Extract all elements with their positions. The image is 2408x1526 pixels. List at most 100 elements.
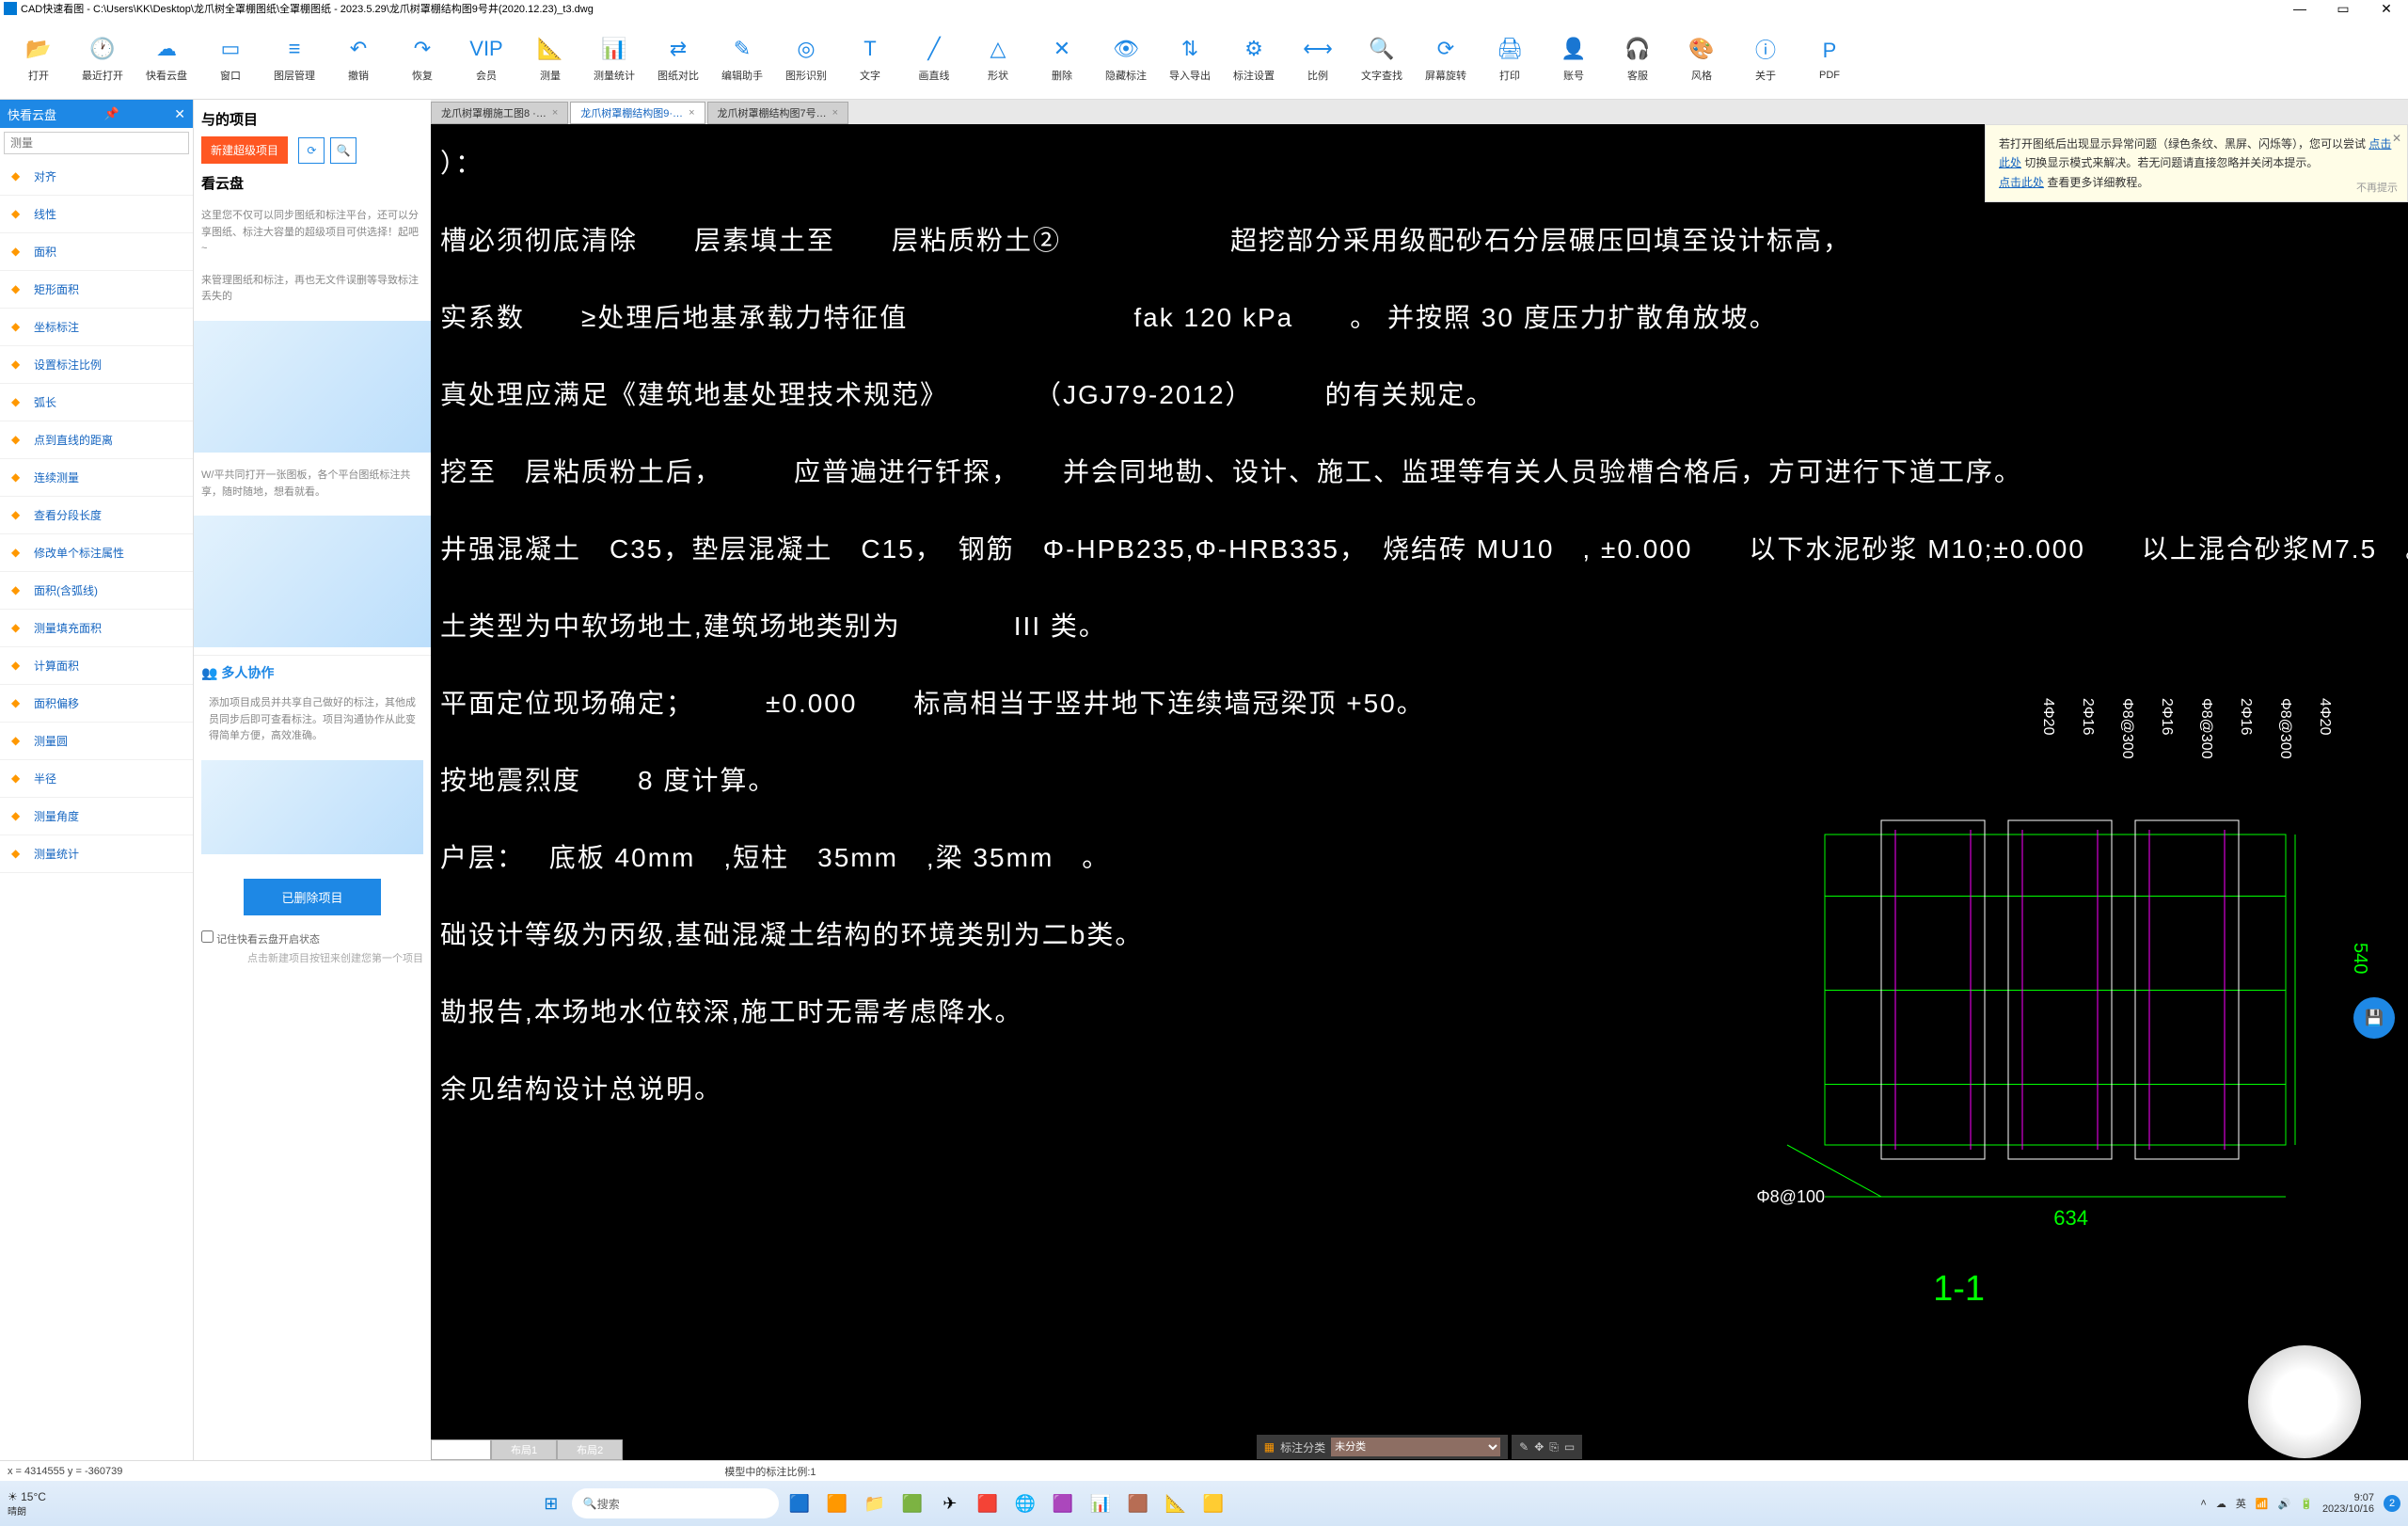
taskbar-app-11[interactable]: 📐 xyxy=(1159,1486,1193,1520)
taskbar-app-6[interactable]: 🟥 xyxy=(971,1486,1005,1520)
measure-item[interactable]: ◆查看分段长度 xyxy=(0,497,193,534)
toolbar-账号[interactable]: 👤账号 xyxy=(1543,23,1605,94)
toolbar-风格[interactable]: 🎨风格 xyxy=(1671,23,1733,94)
toolbar-屏幕旋转[interactable]: ⟳屏幕旋转 xyxy=(1415,23,1477,94)
toolbar-最近打开[interactable]: 🕐最近打开 xyxy=(71,23,134,94)
move-icon[interactable]: ✥ xyxy=(1534,1440,1544,1454)
toolbar-删除[interactable]: ✕删除 xyxy=(1031,23,1093,94)
taskbar-app-7[interactable]: 🌐 xyxy=(1008,1486,1042,1520)
layout-tab[interactable]: 布局2 xyxy=(557,1439,623,1460)
toolbar-文字[interactable]: T文字 xyxy=(839,23,901,94)
system-tray[interactable]: ˄ ☁ 英 📶 🔊 🔋 9:07 2023/10/16 2 xyxy=(2200,1492,2400,1515)
document-tab[interactable]: 龙爪树罩棚结构图9·…× xyxy=(570,102,705,124)
tray-battery-icon[interactable]: 🔋 xyxy=(2300,1498,2313,1510)
deleted-projects-button[interactable]: 已删除项目 xyxy=(244,879,380,915)
measure-item[interactable]: ◆连续测量 xyxy=(0,459,193,497)
taskbar-app-8[interactable]: 🟪 xyxy=(1046,1486,1080,1520)
toolbar-图纸对比[interactable]: ⇄图纸对比 xyxy=(647,23,709,94)
measure-item[interactable]: ◆计算面积 xyxy=(0,647,193,685)
maximize-button[interactable]: ▭ xyxy=(2321,1,2365,17)
search-icon[interactable]: 🔍 xyxy=(330,137,356,164)
cad-viewport[interactable]: 4Φ202Φ16Φ8@3002Φ16Φ8@3002Φ16Φ8@3004Φ20 5… xyxy=(431,124,2408,1460)
measure-item[interactable]: ◆测量填充面积 xyxy=(0,610,193,647)
toolbar-标注设置[interactable]: ⚙标注设置 xyxy=(1223,23,1285,94)
tray-volume-icon[interactable]: 🔊 xyxy=(2278,1498,2291,1510)
toolbar-导入导出[interactable]: ⇅导入导出 xyxy=(1159,23,1221,94)
tray-arrow-icon[interactable]: ˄ xyxy=(2200,1498,2206,1509)
taskbar-app-9[interactable]: 📊 xyxy=(1084,1486,1117,1520)
close-button[interactable]: ✕ xyxy=(2365,1,2408,17)
toolbar-图形识别[interactable]: ◎图形识别 xyxy=(775,23,837,94)
taskbar-app-4[interactable]: 🟩 xyxy=(895,1486,929,1520)
measure-item[interactable]: ◆弧长 xyxy=(0,384,193,421)
toolbar-画直线[interactable]: ╱画直线 xyxy=(903,23,965,94)
measure-item[interactable]: ◆点到直线的距离 xyxy=(0,421,193,459)
document-tab[interactable]: 龙爪树罩棚施工图8 ·…× xyxy=(431,102,568,124)
new-project-button[interactable]: 新建超级项目 xyxy=(201,136,288,164)
measure-item[interactable]: ◆修改单个标注属性 xyxy=(0,534,193,572)
panel-close-icon[interactable]: ✕ xyxy=(174,106,185,122)
panel-pin-icon[interactable]: 📌 xyxy=(104,106,119,121)
layout-tab[interactable]: 模型 xyxy=(431,1439,491,1460)
toolbar-窗口[interactable]: ▭窗口 xyxy=(199,23,261,94)
warning-link-2[interactable]: 点击此处 xyxy=(1999,176,2044,189)
annotation-filter-icon[interactable]: ▦ xyxy=(1264,1440,1275,1454)
usb-float-button[interactable]: 💾 xyxy=(2353,997,2395,1039)
annotation-category-select[interactable]: 未分类 xyxy=(1331,1438,1500,1456)
toolbar-图层管理[interactable]: ≡图层管理 xyxy=(263,23,325,94)
toolbar-测量[interactable]: 📐测量 xyxy=(519,23,581,94)
layers-icon[interactable]: ▭ xyxy=(1564,1440,1575,1454)
measure-item[interactable]: ◆面积 xyxy=(0,233,193,271)
tab-close-icon[interactable]: × xyxy=(689,107,694,119)
measure-item[interactable]: ◆设置标注比例 xyxy=(0,346,193,384)
edit-icon[interactable]: ✎ xyxy=(1519,1440,1529,1454)
toolbar-编辑助手[interactable]: ✎编辑助手 xyxy=(711,23,773,94)
measure-item[interactable]: ◆矩形面积 xyxy=(0,271,193,309)
measure-item[interactable]: ◆线性 xyxy=(0,196,193,233)
copy-icon[interactable]: ⎘ xyxy=(1549,1440,1559,1454)
tray-input-icon[interactable]: 英 xyxy=(2236,1496,2246,1511)
toolbar-会员[interactable]: VIP会员 xyxy=(455,23,517,94)
toolbar-快看云盘[interactable]: ☁快看云盘 xyxy=(135,23,198,94)
measure-item[interactable]: ◆对齐 xyxy=(0,158,193,196)
tray-cloud-icon[interactable]: ☁ xyxy=(2216,1498,2226,1510)
measure-item[interactable]: ◆测量圆 xyxy=(0,723,193,760)
toolbar-恢复[interactable]: ↷恢复 xyxy=(391,23,453,94)
taskbar-app-10[interactable]: 🟫 xyxy=(1121,1486,1155,1520)
toolbar-测量统计[interactable]: 📊测量统计 xyxy=(583,23,645,94)
taskbar-app-5[interactable]: ✈ xyxy=(933,1486,967,1520)
toolbar-PDF[interactable]: PPDF xyxy=(1798,23,1861,94)
toolbar-文字查找[interactable]: 🔍文字查找 xyxy=(1351,23,1413,94)
measure-item[interactable]: ◆坐标标注 xyxy=(0,309,193,346)
mascot-widget[interactable] xyxy=(2248,1345,2361,1458)
measure-search-input[interactable] xyxy=(4,132,189,154)
tray-wifi-icon[interactable]: 📶 xyxy=(2256,1498,2269,1510)
tab-close-icon[interactable]: × xyxy=(832,107,838,119)
layout-tab[interactable]: 布局1 xyxy=(491,1439,557,1460)
measure-item[interactable]: ◆测量统计 xyxy=(0,835,193,873)
taskbar-app-3[interactable]: 📁 xyxy=(858,1486,892,1520)
weather-widget[interactable]: ☀ 15°C晴朗 xyxy=(8,1490,46,1518)
taskbar-app-1[interactable]: 🟦 xyxy=(783,1486,816,1520)
remember-checkbox[interactable]: 记住快看云盘开启状态 xyxy=(201,934,320,946)
measure-item[interactable]: ◆面积偏移 xyxy=(0,685,193,723)
toolbar-打印[interactable]: 🖨打印 xyxy=(1479,23,1541,94)
measure-item[interactable]: ◆面积(含弧线) xyxy=(0,572,193,610)
measure-item[interactable]: ◆测量角度 xyxy=(0,798,193,835)
warning-close-icon[interactable]: ✕ xyxy=(2392,129,2401,148)
document-tab[interactable]: 龙爪树罩棚结构图7号…× xyxy=(707,102,849,124)
toolbar-关于[interactable]: ⓘ关于 xyxy=(1735,23,1797,94)
taskbar-app-12[interactable]: 🟨 xyxy=(1196,1486,1230,1520)
toolbar-隐藏标注[interactable]: 👁隐藏标注 xyxy=(1095,23,1157,94)
measure-item[interactable]: ◆半径 xyxy=(0,760,193,798)
minimize-button[interactable]: — xyxy=(2278,1,2321,17)
notification-badge[interactable]: 2 xyxy=(2384,1495,2400,1512)
start-button[interactable]: ⊞ xyxy=(534,1486,568,1520)
toolbar-打开[interactable]: 📂打开 xyxy=(8,23,70,94)
toolbar-撤销[interactable]: ↶撤销 xyxy=(327,23,389,94)
taskbar-search[interactable]: 🔍 搜索 xyxy=(572,1488,779,1518)
toolbar-客服[interactable]: 🎧客服 xyxy=(1607,23,1669,94)
warning-hide-link[interactable]: 不再提示 xyxy=(2356,180,2398,198)
toolbar-形状[interactable]: △形状 xyxy=(967,23,1029,94)
tab-close-icon[interactable]: × xyxy=(552,107,558,119)
